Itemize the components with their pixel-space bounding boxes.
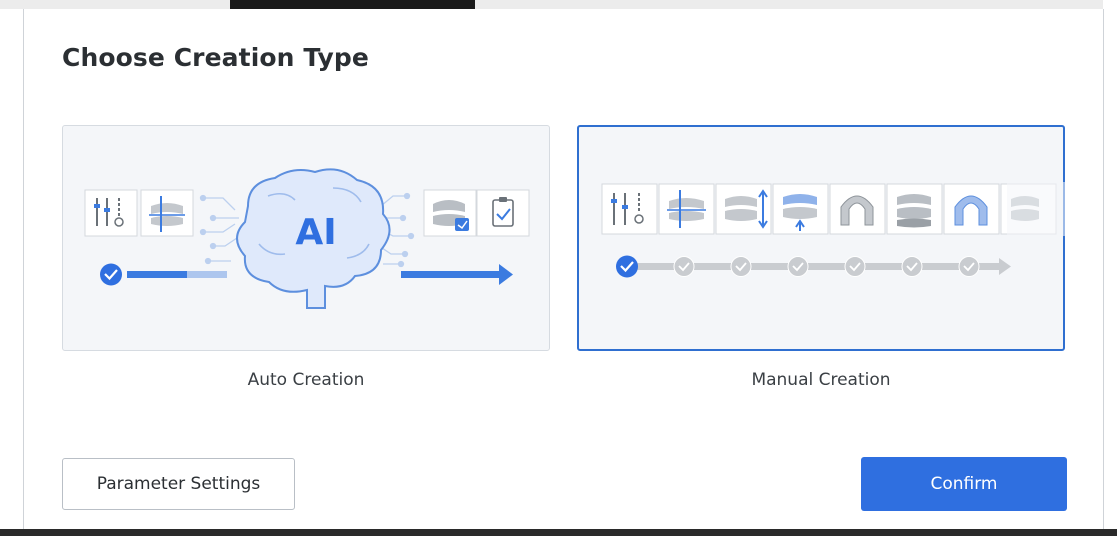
cut-plane-icon	[658, 183, 715, 235]
raise-icon	[772, 183, 829, 235]
arch-trim-icon	[943, 183, 1000, 235]
tools-icon	[601, 183, 658, 235]
background-edge	[1103, 0, 1117, 536]
ai-label: AI	[295, 212, 336, 253]
step-3	[730, 256, 752, 277]
step-1-done	[616, 255, 638, 278]
step-4	[787, 256, 809, 277]
parameter-settings-button[interactable]: Parameter Settings	[62, 458, 295, 510]
aligner-icon	[423, 189, 477, 237]
auto-creation-card[interactable]: AI	[62, 125, 550, 351]
dialog-title: Choose Creation Type	[62, 43, 369, 72]
step-2	[673, 256, 695, 277]
manual-creation-illustration	[601, 182, 1065, 278]
checklist-icon	[476, 189, 530, 237]
background-dark-strip	[230, 0, 475, 9]
manual-creation-label: Manual Creation	[751, 370, 891, 390]
auto-creation-illustration: AI	[84, 168, 530, 309]
step-6	[901, 256, 923, 277]
circuit-left	[199, 194, 239, 265]
step-5	[844, 256, 866, 277]
creation-type-dialog: Choose Creation Type AI Auto Creation Ma…	[23, 9, 1104, 529]
arch-icon	[829, 183, 886, 235]
background-strip	[0, 0, 1117, 9]
confirm-button[interactable]: Confirm	[861, 457, 1067, 511]
stack-icon	[886, 183, 943, 235]
manual-step-progress	[616, 255, 1011, 278]
background-bottom-edge	[0, 529, 1117, 536]
tools-icon	[84, 189, 138, 237]
cut-plane-icon	[140, 189, 194, 237]
manual-creation-card[interactable]	[577, 125, 1065, 351]
ai-brain-icon: AI	[236, 168, 391, 309]
adjust-icon	[715, 183, 772, 235]
auto-creation-label: Auto Creation	[247, 370, 365, 390]
step-7	[958, 256, 980, 277]
